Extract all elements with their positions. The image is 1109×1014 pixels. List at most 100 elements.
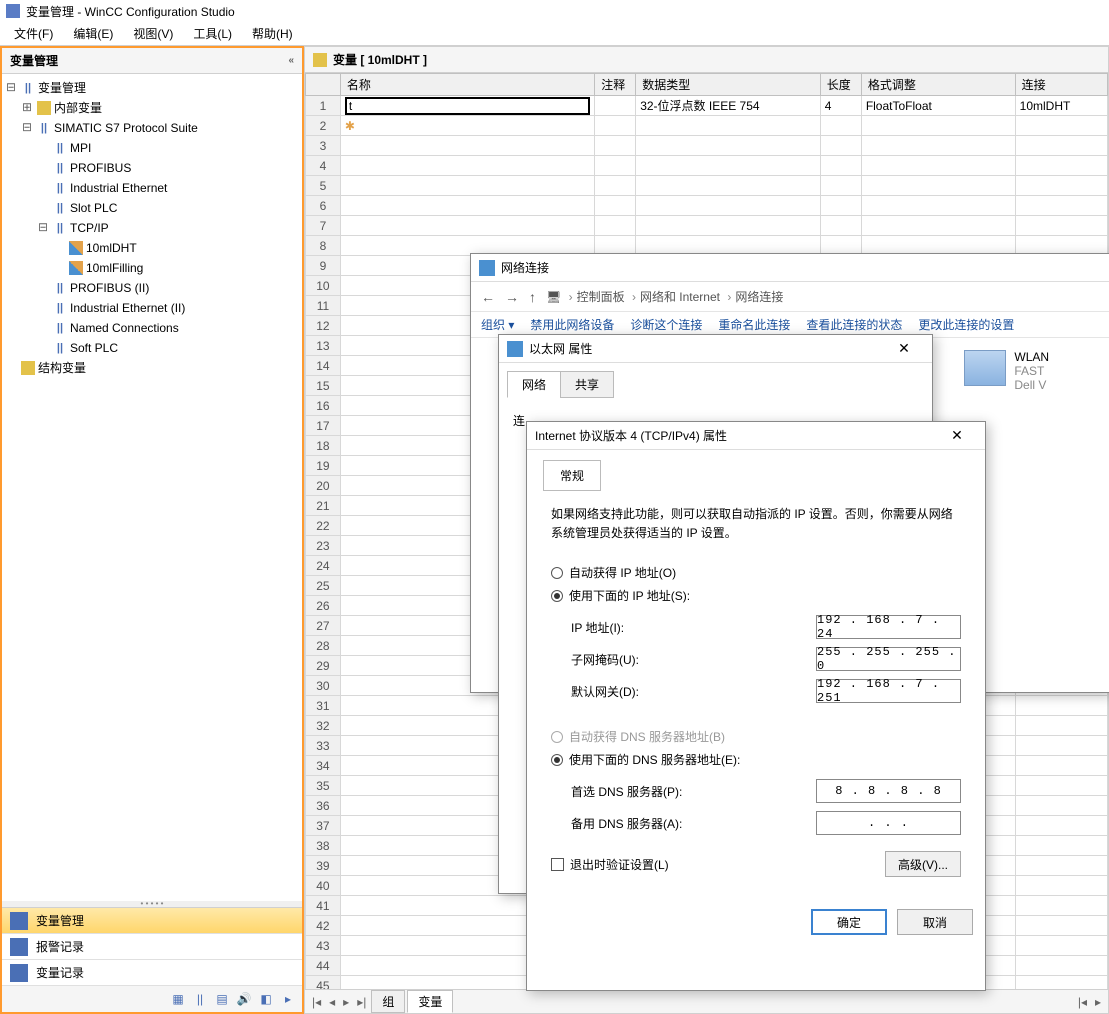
- tree-node[interactable]: Slot PLC: [4, 198, 300, 218]
- tree-node[interactable]: Named Connections: [4, 318, 300, 338]
- cmd-status[interactable]: 查看此连接的状态: [806, 316, 902, 333]
- row-header[interactable]: 12: [306, 316, 341, 336]
- col-header[interactable]: 数据类型: [636, 74, 821, 96]
- next-icon[interactable]: ▸: [340, 995, 352, 1009]
- row-header[interactable]: 3: [306, 136, 341, 156]
- cmd-diag[interactable]: 诊断这个连接: [630, 316, 702, 333]
- row-header[interactable]: 2: [306, 116, 341, 136]
- scroll-left-icon[interactable]: |◂: [1075, 995, 1090, 1009]
- col-header[interactable]: 格式调整: [861, 74, 1015, 96]
- name-input[interactable]: [345, 97, 590, 115]
- row-header[interactable]: 32: [306, 716, 341, 736]
- dns1-field[interactable]: 8 . 8 . 8 . 8: [816, 779, 961, 803]
- tree-node[interactable]: MPI: [4, 138, 300, 158]
- expand-icon[interactable]: ⊟: [20, 118, 34, 138]
- tree-node[interactable]: PROFIBUS (II): [4, 278, 300, 298]
- tree-node[interactable]: PROFIBUS: [4, 158, 300, 178]
- tab-group[interactable]: 组: [371, 990, 405, 1013]
- row-header[interactable]: 7: [306, 216, 341, 236]
- row-header[interactable]: 27: [306, 616, 341, 636]
- cmd-change[interactable]: 更改此连接的设置: [918, 316, 1014, 333]
- col-header[interactable]: 连接: [1015, 74, 1107, 96]
- row-header[interactable]: 14: [306, 356, 341, 376]
- new-row-icon[interactable]: ✱: [345, 119, 355, 133]
- row-header[interactable]: 9: [306, 256, 341, 276]
- row-header[interactable]: 24: [306, 556, 341, 576]
- nav-button[interactable]: 报警记录: [2, 934, 302, 960]
- validate-checkbox[interactable]: [551, 858, 564, 871]
- tool-icon[interactable]: ◧: [258, 991, 274, 1007]
- nav-tree[interactable]: ⊟变量管理⊞内部变量⊟SIMATIC S7 Protocol SuiteMPIP…: [2, 74, 302, 901]
- cmd-rename[interactable]: 重命名此连接: [718, 316, 790, 333]
- tree-node[interactable]: 10mlFilling: [4, 258, 300, 278]
- cancel-button[interactable]: 取消: [897, 909, 973, 935]
- tree-node[interactable]: Soft PLC: [4, 338, 300, 358]
- tab-network[interactable]: 网络: [507, 371, 561, 398]
- first-icon[interactable]: |◂: [309, 995, 324, 1009]
- collapse-icon[interactable]: «: [288, 55, 294, 66]
- nav-button[interactable]: 变量管理: [2, 908, 302, 934]
- row-header[interactable]: 38: [306, 836, 341, 856]
- row-header[interactable]: 26: [306, 596, 341, 616]
- row-header[interactable]: 22: [306, 516, 341, 536]
- scroll-right-icon[interactable]: ▸: [1092, 995, 1104, 1009]
- radio-manual-ip[interactable]: 使用下面的 IP 地址(S):: [551, 584, 961, 607]
- row-header[interactable]: 42: [306, 916, 341, 936]
- cmd-disable[interactable]: 禁用此网络设备: [530, 316, 614, 333]
- row-header[interactable]: 15: [306, 376, 341, 396]
- up-icon[interactable]: ↑: [529, 289, 536, 305]
- row-header[interactable]: 23: [306, 536, 341, 556]
- row-header[interactable]: 18: [306, 436, 341, 456]
- adapter-item[interactable]: WLAN FAST Dell V: [964, 350, 1049, 392]
- row-header[interactable]: 37: [306, 816, 341, 836]
- tool-icon[interactable]: ▤: [214, 991, 230, 1007]
- col-header[interactable]: 名称: [340, 74, 594, 96]
- tree-node[interactable]: Industrial Ethernet: [4, 178, 300, 198]
- ok-button[interactable]: 确定: [811, 909, 887, 935]
- row-header[interactable]: 29: [306, 656, 341, 676]
- row-header[interactable]: 39: [306, 856, 341, 876]
- row-header[interactable]: 16: [306, 396, 341, 416]
- row-header[interactable]: 21: [306, 496, 341, 516]
- row-header[interactable]: 28: [306, 636, 341, 656]
- expand-icon[interactable]: ⊞: [20, 98, 34, 118]
- subnet-mask-field[interactable]: 255 . 255 . 255 . 0: [816, 647, 961, 671]
- ip-address-field[interactable]: 192 . 168 . 7 . 24: [816, 615, 961, 639]
- row-header[interactable]: 1: [306, 96, 341, 116]
- expand-icon[interactable]: ⊟: [36, 218, 50, 238]
- row-header[interactable]: 30: [306, 676, 341, 696]
- row-header[interactable]: 11: [306, 296, 341, 316]
- menu-file[interactable]: 文件(F): [4, 23, 63, 44]
- expand-icon[interactable]: ⊟: [4, 78, 18, 98]
- row-header[interactable]: 43: [306, 936, 341, 956]
- row-header[interactable]: 19: [306, 456, 341, 476]
- row-header[interactable]: 45: [306, 976, 341, 990]
- back-icon[interactable]: ←: [481, 289, 495, 305]
- dns2-field[interactable]: . . .: [816, 811, 961, 835]
- tool-icon[interactable]: 🔊: [236, 991, 252, 1007]
- col-header[interactable]: 长度: [820, 74, 861, 96]
- tree-node[interactable]: 结构变量: [4, 358, 300, 378]
- tab-general[interactable]: 常规: [543, 460, 601, 491]
- menu-view[interactable]: 视图(V): [123, 23, 183, 44]
- nav-button[interactable]: 变量记录: [2, 960, 302, 986]
- row-header[interactable]: 20: [306, 476, 341, 496]
- row-header[interactable]: 36: [306, 796, 341, 816]
- advanced-button[interactable]: 高级(V)...: [885, 851, 961, 877]
- tool-icon[interactable]: ▦: [170, 991, 186, 1007]
- row-header[interactable]: 17: [306, 416, 341, 436]
- gateway-field[interactable]: 192 . 168 . 7 . 251: [816, 679, 961, 703]
- row-header[interactable]: 6: [306, 196, 341, 216]
- cmd-organize[interactable]: 组织 ▾: [481, 316, 514, 333]
- row-header[interactable]: 33: [306, 736, 341, 756]
- breadcrumb[interactable]: 🖥 ›控制面板 ›网络和 Internet ›网络连接: [546, 288, 783, 305]
- menu-help[interactable]: 帮助(H): [242, 23, 303, 44]
- tree-node[interactable]: ⊟变量管理: [4, 78, 300, 98]
- tree-node[interactable]: Industrial Ethernet (II): [4, 298, 300, 318]
- close-icon[interactable]: ✕: [884, 340, 924, 357]
- row-header[interactable]: 44: [306, 956, 341, 976]
- tab-share[interactable]: 共享: [560, 371, 614, 398]
- tree-node[interactable]: ⊟TCP/IP: [4, 218, 300, 238]
- row-header[interactable]: 34: [306, 756, 341, 776]
- radio-auto-ip[interactable]: 自动获得 IP 地址(O): [551, 561, 961, 584]
